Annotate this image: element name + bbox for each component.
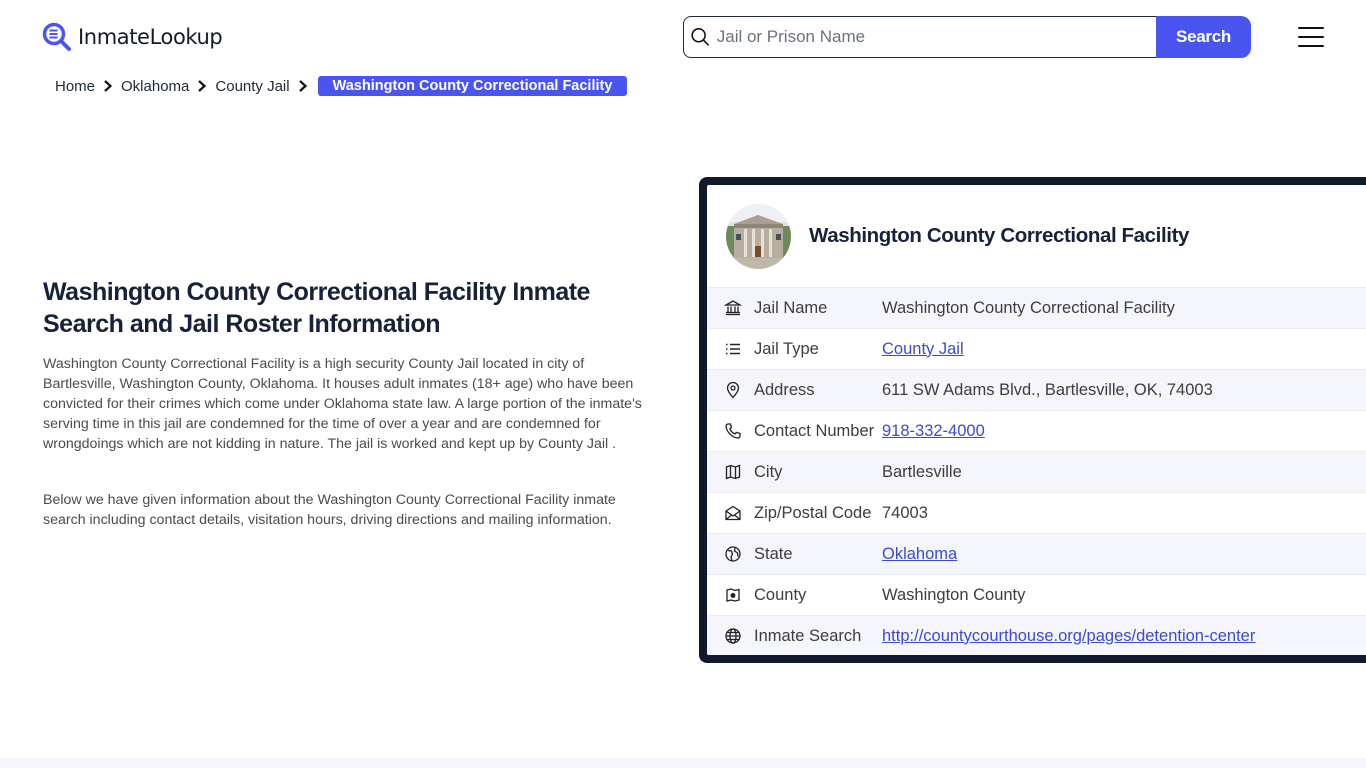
- info-row-contact: Contact Number 918-332-4000: [707, 410, 1366, 451]
- menu-bar: [1298, 27, 1324, 29]
- row-value: 74003: [882, 503, 928, 522]
- map-icon: [725, 464, 741, 480]
- state-link[interactable]: Oklahoma: [882, 545, 957, 564]
- chevron-right-icon: [198, 80, 207, 92]
- search-form: Search: [683, 16, 1251, 58]
- facility-avatar: [726, 203, 791, 269]
- phone-icon: [725, 423, 741, 439]
- description-paragraph: Washington County Correctional Facility …: [43, 356, 642, 452]
- row-label: Jail Name: [754, 298, 828, 317]
- chevron-right-icon: [104, 80, 113, 92]
- footer-band: [0, 758, 1366, 768]
- site-logo[interactable]: InmateLookup: [42, 22, 223, 52]
- info-row-state: State Oklahoma: [707, 533, 1366, 574]
- row-label: Jail Type: [754, 339, 819, 358]
- search-box[interactable]: [683, 16, 1156, 58]
- row-value: Washington County: [882, 585, 1026, 604]
- menu-bar: [1298, 36, 1324, 38]
- bank-icon: [724, 300, 742, 316]
- info-row-inmate-search: Inmate Search http://countycourthouse.or…: [707, 615, 1366, 655]
- breadcrumb-state[interactable]: Oklahoma: [121, 78, 189, 95]
- breadcrumb-jail-type[interactable]: County Jail: [215, 78, 289, 95]
- inmate-search-link[interactable]: http://countycourthouse.org/pages/detent…: [882, 627, 1255, 646]
- breadcrumb-current: Washington County Correctional Facility: [317, 76, 628, 96]
- row-label: City: [754, 462, 783, 481]
- jail-type-link[interactable]: County Jail: [882, 340, 964, 359]
- chevron-right-icon: [298, 80, 307, 92]
- info-row-address: Address 611 SW Adams Blvd., Bartlesville…: [707, 369, 1366, 410]
- row-value: 611 SW Adams Blvd., Bartlesville, OK, 74…: [882, 380, 1213, 399]
- logo-text: InmateLookup: [78, 25, 223, 49]
- row-label: Zip/Postal Code: [754, 503, 872, 522]
- facility-card-body: Washington County Correctional Facility …: [707, 185, 1366, 655]
- hamburger-menu-icon[interactable]: [1298, 27, 1324, 47]
- row-label: State: [754, 544, 793, 563]
- menu-bar: [1298, 45, 1324, 47]
- facility-card-title: Washington County Correctional Facility: [809, 224, 1189, 247]
- globe-icon: [725, 628, 741, 644]
- page-title: Washington County Correctional Facility …: [43, 278, 590, 338]
- breadcrumb-home[interactable]: Home: [55, 78, 95, 95]
- facility-card-header: Washington County Correctional Facility: [707, 185, 1366, 287]
- info-row-jail-type: Jail Type County Jail: [707, 328, 1366, 369]
- search-input[interactable]: [716, 27, 1156, 47]
- logo-magnifier-icon: [42, 22, 71, 51]
- info-row-zip: Zip/Postal Code 74003: [707, 492, 1366, 533]
- list-icon: [726, 343, 740, 355]
- mail-open-icon: [725, 505, 741, 521]
- row-label: Address: [754, 380, 815, 399]
- description-paragraph: Below we have given information about th…: [43, 492, 616, 528]
- globe-region-icon: [725, 546, 741, 562]
- info-row-city: City Bartlesville: [707, 451, 1366, 492]
- info-row-jail-name: Jail Name Washington County Correctional…: [707, 287, 1366, 328]
- phone-link[interactable]: 918-332-4000: [882, 422, 985, 441]
- row-label: Contact Number: [754, 421, 875, 440]
- row-value: Bartlesville: [882, 462, 962, 481]
- row-label: Inmate Search: [754, 626, 862, 645]
- search-button[interactable]: Search: [1156, 16, 1251, 58]
- county-map-icon: [726, 588, 740, 602]
- row-label: County: [754, 585, 807, 604]
- facility-card: Washington County Correctional Facility …: [699, 177, 1366, 663]
- row-value: Washington County Correctional Facility: [882, 298, 1175, 317]
- courthouse-photo-icon: [726, 203, 791, 269]
- breadcrumb: Home Oklahoma County Jail Washington Cou…: [55, 76, 628, 96]
- info-row-county: County Washington County: [707, 574, 1366, 615]
- map-pin-icon: [726, 381, 740, 399]
- search-icon: [691, 28, 709, 46]
